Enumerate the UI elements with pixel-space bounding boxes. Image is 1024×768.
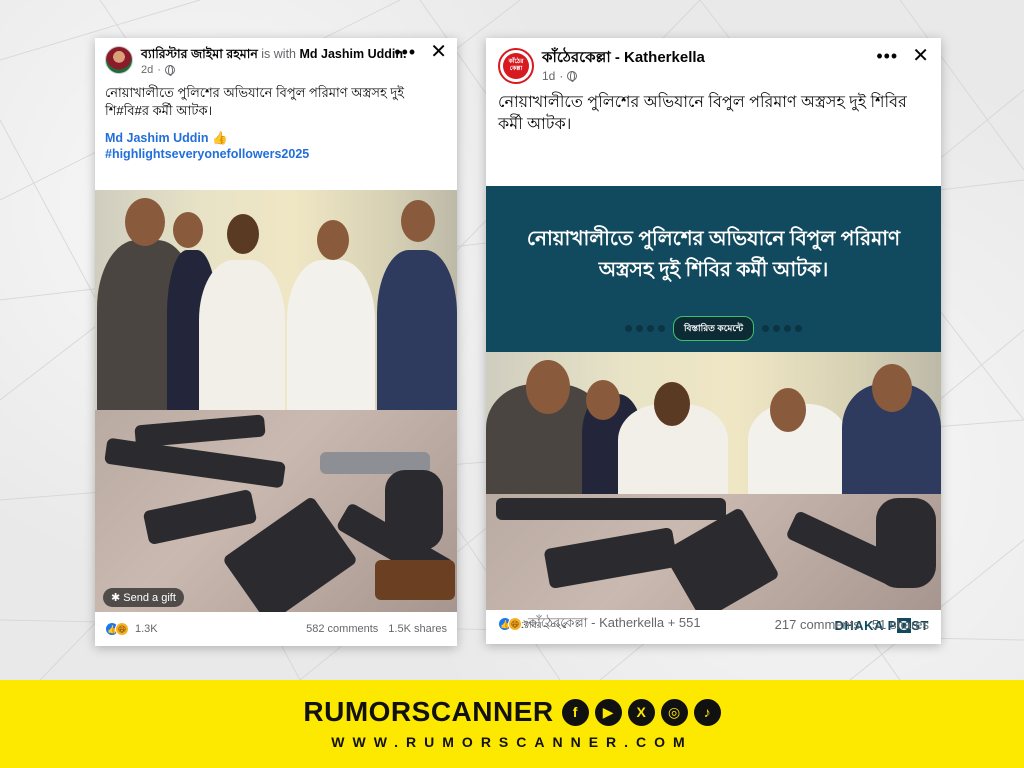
post-text: নোয়াখালীতে পুলিশের অভিযানে বিপুল পরিমাণ…	[498, 94, 907, 133]
reaction-count: 1.3K	[135, 623, 158, 635]
arrest-photo	[95, 190, 457, 410]
with-text: is with	[261, 47, 297, 61]
haha-icon: 😆	[115, 622, 129, 636]
page-avatar-text: কাঁঠের কেল্লা	[503, 53, 529, 79]
globe-icon	[164, 65, 175, 76]
reactions[interactable]: 👍 😆 1.3K	[105, 622, 158, 636]
instagram-icon[interactable]: ◎	[660, 698, 688, 726]
left-facebook-post: ব্যারিস্টার জাইমা রহমান is with Md Jashi…	[95, 38, 457, 646]
post-header: ব্যারিস্টার জাইমা রহমান is with Md Jashi…	[95, 38, 457, 76]
banner-headline: নোয়াখালীতে পুলিশের অভিযানে বিপুল পরিমাণ…	[526, 228, 901, 281]
shares-count[interactable]: 51 shares	[872, 617, 929, 632]
author-name[interactable]: ব্যারিস্টার জাইমা রহমান	[141, 47, 258, 61]
post-meta: 2d ·	[141, 64, 447, 76]
post-tags: Md Jashim Uddin 👍 #highlightseveryonefol…	[95, 120, 457, 162]
post-text: নোয়াখালীতে পুলিশের অভিযানে বিপুল পরিমাণ…	[105, 85, 405, 118]
send-gift-label: Send a gift	[123, 592, 176, 604]
x-icon[interactable]: X	[627, 698, 655, 726]
weapons-photo	[486, 494, 941, 610]
news-banner: নোয়াখালীতে পুলিশের অভিযানে বিপুল পরিমাণ…	[486, 186, 941, 352]
page-avatar[interactable]: কাঁঠের কেল্লা	[498, 48, 534, 84]
shares-count[interactable]: 1.5K shares	[388, 623, 447, 635]
youtube-icon[interactable]: ▶	[594, 698, 622, 726]
gift-icon: ✱	[111, 592, 121, 604]
tiktok-icon[interactable]: ♪	[693, 698, 721, 726]
post-footer: 👍 😆 কাঁঠেরকেল্লা - Katherkella + 551 217…	[486, 604, 941, 644]
brand-footer: RUMORSCANNER f ▶ X ◎ ♪ WWW.RUMORSCANNER.…	[0, 680, 1024, 768]
author-avatar[interactable]	[105, 46, 133, 74]
website-url[interactable]: WWW.RUMORSCANNER.COM	[0, 734, 1024, 750]
reactions[interactable]: 👍 😆 কাঁঠেরকেল্লা - Katherkella + 551	[498, 614, 701, 635]
globe-icon	[567, 71, 578, 82]
tag-mention[interactable]: Md Jashim Uddin 👍	[105, 130, 447, 146]
arrest-photo	[486, 352, 941, 494]
post-time[interactable]: 2d	[141, 64, 153, 76]
more-icon[interactable]: •••	[876, 47, 898, 65]
weapons-photo	[95, 410, 457, 612]
comments-count[interactable]: 217 comments	[775, 617, 860, 632]
reaction-summary: কাঁঠেরকেল্লা - Katherkella + 551	[528, 614, 701, 630]
more-icon[interactable]: •••	[394, 43, 416, 61]
send-gift-button[interactable]: ✱ Send a gift	[103, 588, 184, 607]
close-icon[interactable]: ✕	[912, 46, 929, 66]
right-facebook-post: কাঁঠের কেল্লা কাঁঠেরকেল্লা - Katherkella…	[486, 38, 941, 644]
page-name[interactable]: কাঁঠেরকেল্লা - Katherkella	[542, 48, 929, 68]
facebook-icon[interactable]: f	[561, 698, 589, 726]
haha-icon: 😆	[508, 617, 522, 631]
comments-count[interactable]: 582 comments	[306, 623, 378, 635]
close-icon[interactable]: ✕	[430, 42, 447, 62]
post-header: কাঁঠের কেল্লা কাঁঠেরকেল্লা - Katherkella…	[486, 38, 941, 84]
details-in-comments-pill: বিস্তারিত কমেন্টে	[672, 316, 755, 341]
post-footer: 👍 😆 1.3K 582 comments 1.5K shares	[95, 612, 457, 646]
hashtag-link[interactable]: #highlightseveryonefollowers2025	[105, 146, 447, 162]
post-meta: 1d ·	[542, 69, 929, 83]
brand-name: RUMORSCANNER	[303, 696, 554, 727]
tagged-user[interactable]: Md Jashim Uddin	[300, 47, 403, 61]
post-time[interactable]: 1d	[542, 69, 555, 83]
